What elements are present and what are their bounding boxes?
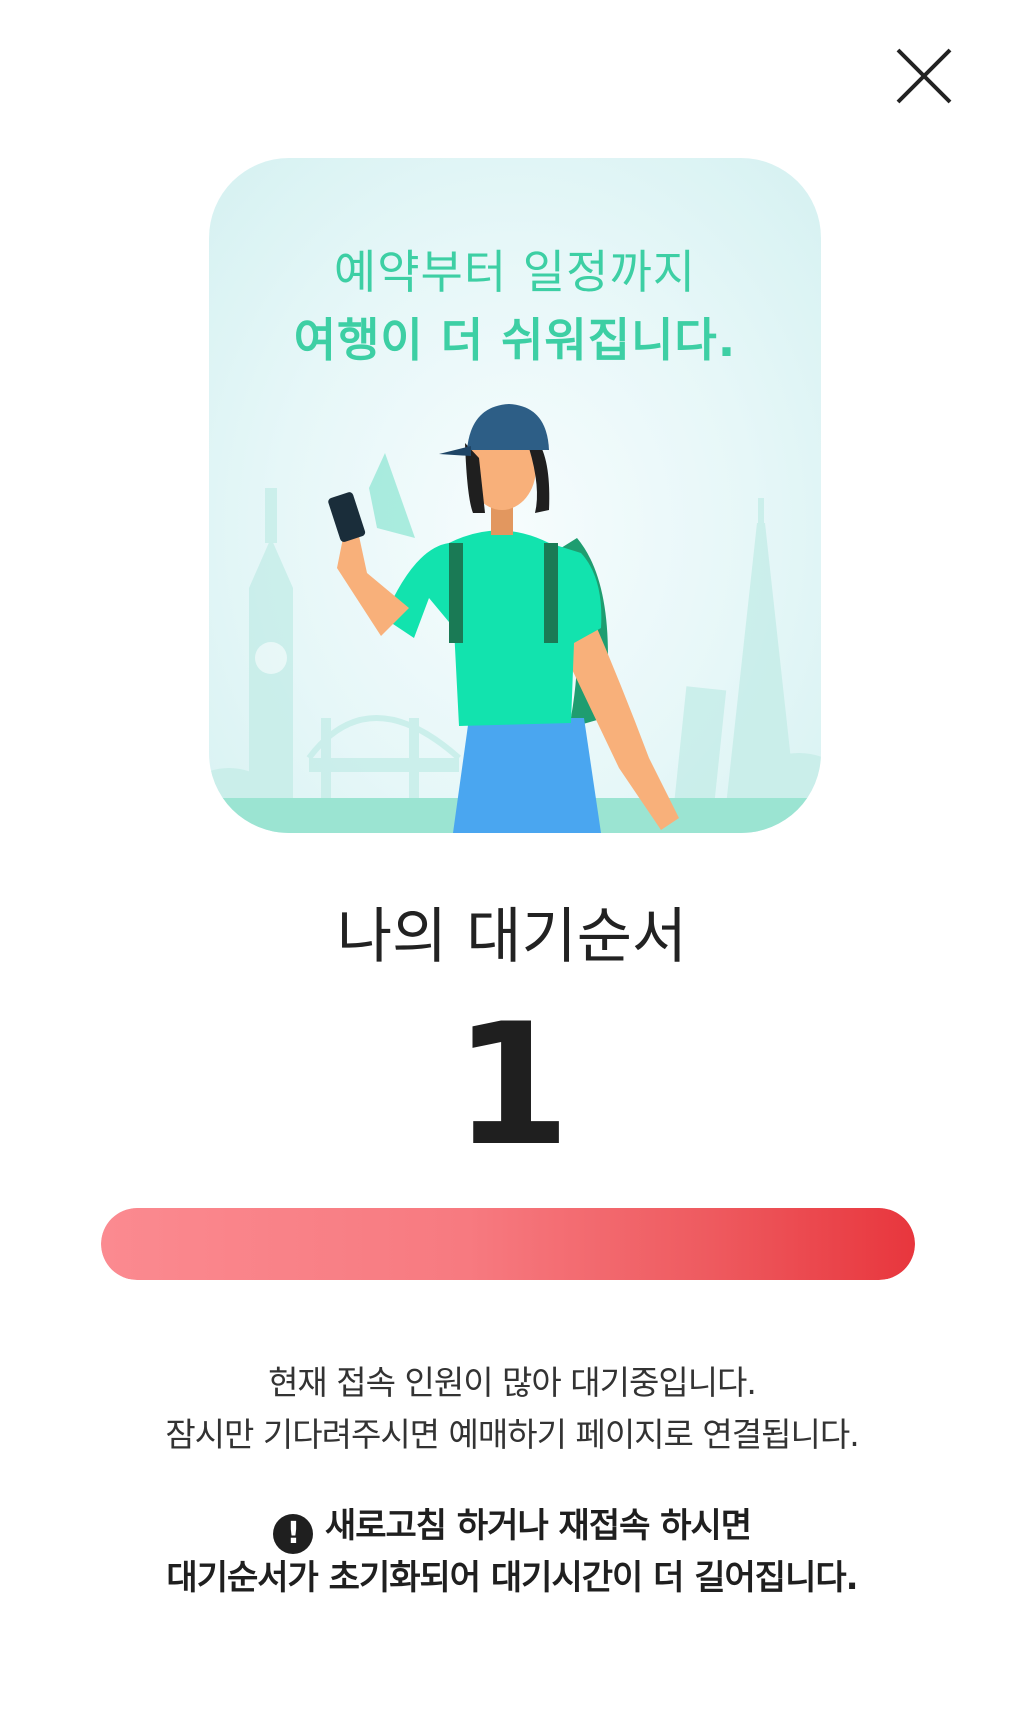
notice-line-1: 현재 접속 인원이 많아 대기중입니다.: [268, 1363, 757, 1402]
queue-progress-fill: [101, 1208, 915, 1280]
queue-title: 나의 대기순서: [336, 902, 688, 972]
close-icon: [896, 48, 952, 104]
warning-line-2: 대기순서가 초기화되어 대기시간이 더 길어집니다.: [166, 1558, 858, 1598]
hero-headline-line-1: 예약부터 일정까지: [333, 245, 697, 299]
notice-line-2: 잠시만 기다려주시면 예매하기 페이지로 연결됩니다.: [165, 1415, 859, 1454]
queue-position-number: 1: [453, 987, 571, 1183]
exclamation-icon: !: [272, 1514, 313, 1554]
close-button[interactable]: [888, 40, 960, 112]
queue-progress-bar: [101, 1208, 915, 1280]
warning-line-1: 새로고침 하거나 재접속 하시면: [324, 1506, 752, 1546]
hero-headline-line-2: 여행이 더 쉬워집니다.: [293, 313, 737, 367]
hero-illustration: 예약부터 일정까지 여행이 더 쉬워집니다.: [209, 158, 821, 833]
warning-line-1-row: ! 새로고침 하거나 재접속 하시면: [0, 1498, 1024, 1554]
